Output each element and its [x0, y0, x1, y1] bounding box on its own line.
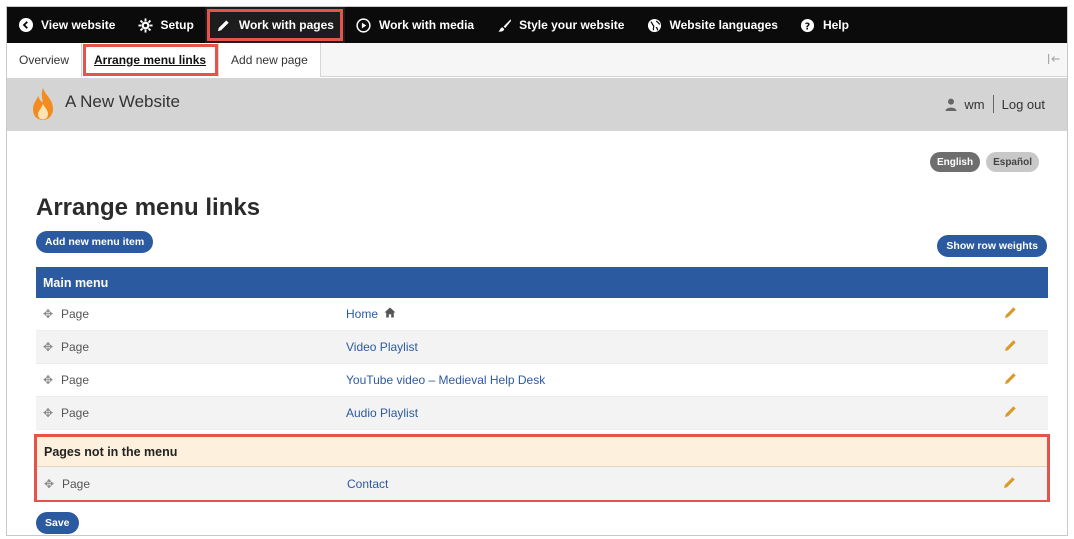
drag-move-icon: ✥	[44, 476, 55, 491]
save-button[interactable]: Save	[36, 512, 79, 534]
toolbar-label: Setup	[160, 18, 194, 32]
brush-icon	[496, 17, 512, 33]
toolbar-label: Website languages	[669, 18, 778, 32]
toolbar-setup[interactable]: Setup	[126, 7, 204, 43]
menu-link-title: Video Playlist	[346, 340, 418, 354]
toolbar-style-your-website[interactable]: Style your website	[485, 7, 635, 43]
app-window: View website Setup Work with pages Work …	[6, 6, 1068, 536]
tab-add-new-page[interactable]: Add new page	[219, 43, 321, 77]
username-link[interactable]: wm	[964, 97, 984, 112]
drag-move-icon: ✥	[43, 307, 54, 321]
drag-handle[interactable]: ✥ Page	[36, 406, 346, 420]
menu-link[interactable]: YouTube video – Medieval Help Desk	[346, 373, 1004, 387]
menu-link[interactable]: Audio Playlist	[346, 406, 1004, 420]
row-type: Page	[62, 476, 91, 491]
toolbar-label: Work with pages	[238, 18, 334, 32]
gear-icon	[137, 17, 153, 33]
menu-link-title: Audio Playlist	[346, 406, 419, 420]
svg-text:?: ?	[805, 21, 810, 32]
drag-move-icon: ✥	[43, 340, 54, 354]
table-row: ✥ Page Video Playlist	[36, 331, 1048, 364]
pencil-edit-icon[interactable]	[1004, 372, 1048, 388]
drag-handle[interactable]: ✥ Page	[36, 307, 346, 321]
divider	[992, 95, 994, 113]
menu-link-title: Home	[346, 307, 379, 321]
language-espanol[interactable]: Español	[986, 152, 1039, 172]
tab-arrange-menu-links[interactable]: Arrange menu links	[82, 43, 220, 77]
main-menu-heading: Main menu	[36, 267, 1048, 298]
chevron-left-circle-icon	[18, 17, 34, 33]
drag-handle[interactable]: ✥ Page	[36, 340, 346, 354]
pencil-edit-icon[interactable]	[1003, 476, 1047, 492]
pencil-edit-icon[interactable]	[1004, 306, 1048, 322]
row-type: Page	[61, 406, 90, 420]
home-icon	[384, 307, 396, 321]
user-area: wm Log out	[945, 95, 1045, 113]
play-circle-icon	[356, 17, 372, 33]
site-name[interactable]: A New Website	[65, 92, 180, 112]
table-row: ✥ Page Home	[36, 298, 1048, 331]
table-row: ✥ Page YouTube video – Medieval Help Desk	[36, 364, 1048, 397]
table-row: ✥ Page Audio Playlist	[36, 397, 1048, 430]
row-type: Page	[61, 307, 90, 321]
add-new-menu-item-button[interactable]: Add new menu item	[36, 231, 154, 253]
row-type: Page	[61, 340, 90, 354]
toolbar-label: View website	[41, 18, 116, 32]
toolbar-work-with-pages[interactable]: Work with pages	[204, 7, 345, 43]
toolbar-view-website[interactable]: View website	[7, 7, 126, 43]
toolbar-label: Help	[822, 18, 849, 32]
toolbar-work-with-media[interactable]: Work with media	[345, 7, 485, 43]
pages-not-in-menu-section: Pages not in the menu ✥ Page Contact	[34, 434, 1050, 502]
pencil-edit-icon[interactable]	[1004, 339, 1048, 355]
pencil-edit-icon[interactable]	[1004, 405, 1048, 421]
tab-overview[interactable]: Overview	[7, 43, 83, 77]
menu-link[interactable]: Video Playlist	[346, 340, 1004, 354]
admin-toolbar: View website Setup Work with pages Work …	[7, 7, 1067, 43]
pencil-icon	[216, 17, 232, 33]
page-title: Arrange menu links	[36, 194, 261, 221]
globe-icon	[646, 17, 662, 33]
toolbar-label: Work with media	[378, 18, 475, 32]
logout-link[interactable]: Log out	[1002, 97, 1045, 112]
question-circle-icon: ?	[800, 17, 816, 33]
menu-link[interactable]: Contact	[347, 477, 1003, 491]
drag-move-icon: ✥	[43, 406, 54, 420]
site-header: A New Website wm Log out	[7, 78, 1067, 131]
toolbar-label: Style your website	[519, 18, 625, 32]
toolbar-website-languages[interactable]: Website languages	[635, 7, 788, 43]
not-in-menu-heading: Pages not in the menu	[37, 437, 1047, 467]
drag-move-icon: ✥	[43, 373, 54, 387]
user-icon	[945, 98, 957, 111]
drag-handle[interactable]: ✥ Page	[36, 373, 346, 387]
drag-handle[interactable]: ✥ Page	[37, 477, 347, 491]
menu-link-title: Contact	[347, 476, 389, 491]
secondary-tabs: Overview Arrange menu links Add new page	[7, 43, 1067, 77]
collapse-toolbar-icon[interactable]	[1047, 52, 1061, 66]
table-row: ✥ Page Contact	[37, 467, 1047, 500]
row-type: Page	[61, 373, 90, 387]
language-english[interactable]: English	[929, 152, 981, 172]
menu-link[interactable]: Home	[346, 307, 1004, 321]
show-row-weights-button[interactable]: Show row weights	[937, 235, 1047, 257]
toolbar-help[interactable]: ? Help	[789, 7, 860, 43]
menu-table: Main menu ✥ Page Home ✥ Page Video Playlis…	[36, 267, 1048, 430]
menu-link-title: YouTube video – Medieval Help Desk	[346, 373, 546, 387]
flame-logo-icon[interactable]	[31, 87, 55, 121]
language-switcher: English Español	[929, 152, 1039, 172]
